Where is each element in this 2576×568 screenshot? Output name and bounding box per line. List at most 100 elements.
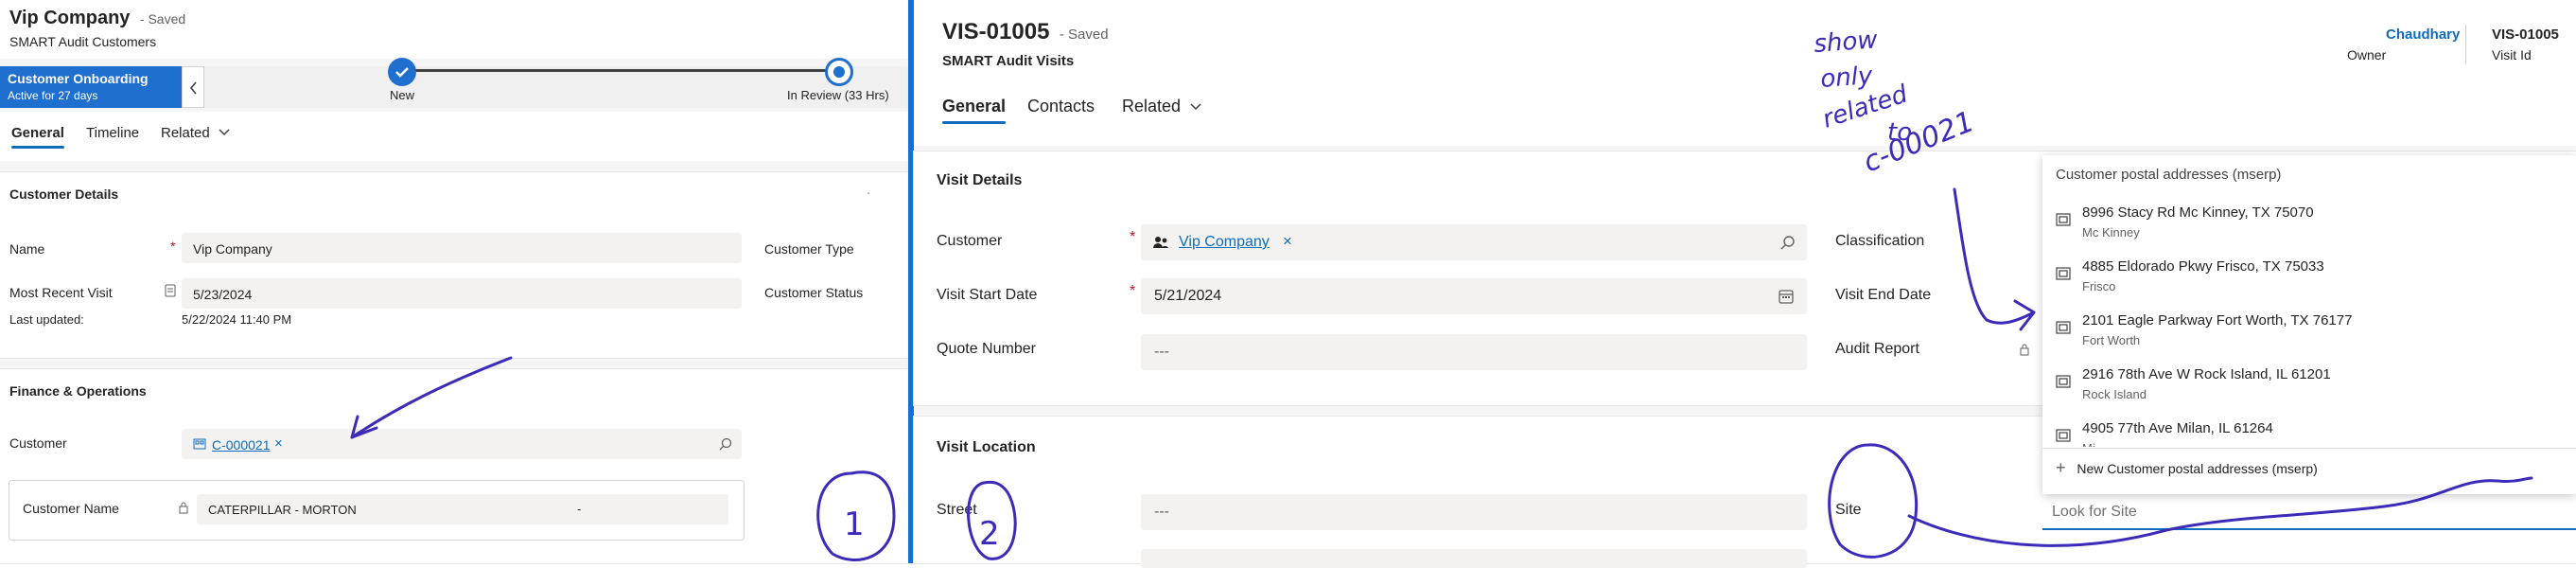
right-tab-bar: General Contacts Related [914,91,2576,146]
dropdown-item[interactable]: 8996 Stacy Rd Mc Kinney, TX 75070 Mc Kin… [2042,199,2576,253]
chevron-left-icon [189,81,197,95]
customer-type-label: Customer Type [764,241,854,257]
visit-details-header: Visit Details [937,172,1023,188]
account-icon [1153,237,1168,248]
checkmark-icon [395,67,409,78]
visit-start-input[interactable]: 5/21/2024 [1141,278,1807,314]
visit-end-label: Visit End Date [1835,287,1932,303]
visit-customer-link[interactable]: Vip Company [1179,234,1270,251]
visit-start-value: 5/21/2024 [1154,288,1222,304]
left-tab-timeline[interactable]: Timeline [86,125,139,141]
customer-name-label: Customer Name [23,501,119,516]
bpf-active-stage[interactable]: Customer Onboarding Active for 27 days [0,66,182,108]
street-input[interactable]: --- [1141,494,1807,530]
right-pane: VIS-01005 - Saved SMART Audit Visits Cha… [914,0,2576,568]
fo-customer-lookup[interactable]: C-000021 × [182,429,742,459]
last-updated-label: Last updated: [9,312,84,327]
left-tab-bar: General Timeline Related [0,112,908,161]
most-recent-visit-label: Most Recent Visit [9,285,113,300]
clear-icon[interactable]: × [274,435,283,452]
classification-label: Classification [1835,233,1925,249]
section-dot: . [867,182,870,197]
bpf-step-inreview-label: In Review [787,88,842,102]
dropdown-item-address: 8996 Stacy Rd Mc Kinney, TX 75070 [2082,204,2314,221]
required-asterisk: * [170,239,176,254]
last-updated-value: 5/22/2024 11:40 PM [182,312,292,327]
dropdown-item-address: 4885 Eldorado Pkwy Frisco, TX 75033 [2082,258,2324,275]
quote-number-input[interactable]: --- [1141,334,1807,370]
site-label: Site [1835,502,1862,518]
address-record-icon [2056,213,2071,226]
name-label: Name [9,241,45,257]
plus-icon: + [2056,458,2066,477]
bpf-step-inreview[interactable] [825,58,853,86]
address-record-icon [2056,429,2071,442]
dropdown-item[interactable]: 4885 Eldorado Pkwy Frisco, TX 75033 Fris… [2042,253,2576,307]
address-record-icon [2056,321,2071,334]
new-record-label: New Customer postal addresses (mserp) [2077,461,2318,476]
visit-id-value: VIS-01005 [2492,27,2559,43]
name-input[interactable]: Vip Company [182,233,742,263]
required-asterisk: * [1130,283,1136,299]
right-tab-related[interactable]: Related [1122,97,1202,116]
customer-name-input: CATERPILLAR - MORTON - [197,494,728,524]
right-record-title: VIS-01005 [942,19,1050,44]
bpf-step-new-label: New [390,88,415,102]
right-header: VIS-01005 - Saved SMART Audit Visits Cha… [914,0,2576,91]
finance-operations-header: Finance & Operations [9,383,147,399]
search-icon[interactable] [719,437,732,451]
most-recent-visit-input[interactable]: 5/23/2024 [182,278,742,309]
visit-customer-label: Customer [937,233,1003,249]
dropdown-list: 8996 Stacy Rd Mc Kinney, TX 75070 Mc Kin… [2042,199,2576,447]
customer-name-suffix: - [577,502,582,516]
dropdown-item-city: Rock Island [2082,387,2147,401]
calculated-field-icon [165,284,176,297]
entity-record-icon [193,438,206,450]
owner-label: Owner [2347,47,2387,62]
clear-icon[interactable]: × [1283,232,1292,251]
address-record-icon [2056,375,2071,388]
site-placeholder: Look for Site [2052,504,2137,520]
visit-start-label: Visit Start Date [937,287,1038,303]
dropdown-item-address: 2916 78th Ave W Rock Island, IL 61201 [2082,366,2331,382]
audit-report-label: Audit Report [1835,341,1919,357]
left-entity-name: SMART Audit Customers [9,34,157,49]
left-pane: Vip Company - Saved SMART Audit Customer… [0,0,908,563]
chevron-down-icon [1190,103,1201,111]
owner-name[interactable]: Chaudhary [2386,27,2460,43]
site-lookup-dropdown: Customer postal addresses (mserp) 8996 S… [2042,155,2576,494]
dropdown-footer-divider [2042,448,2576,449]
quote-number-label: Quote Number [937,341,1036,357]
right-tab-contacts[interactable]: Contacts [1027,97,1095,116]
bpf-step-new[interactable] [388,58,416,86]
street-value: --- [1154,504,1169,520]
customer-details-section: Customer Details . Name * Vip Company Cu… [0,172,908,358]
right-tab-general[interactable]: General [942,97,1007,124]
left-tab-general[interactable]: General [11,125,64,149]
chevron-down-icon [219,129,230,136]
visit-customer-lookup[interactable]: Vip Company × [1141,224,1807,260]
left-tab-related[interactable]: Related [161,125,231,141]
visit-id-label: Visit Id [2492,47,2532,62]
fo-customer-label: Customer [9,435,67,451]
dropdown-item[interactable]: 2916 78th Ave W Rock Island, IL 61201 Ro… [2042,361,2576,415]
next-field-input[interactable] [1141,549,1807,568]
dropdown-item-city: Mi [2082,441,2095,447]
dropdown-item[interactable]: 2101 Eagle Parkway Fort Worth, TX 76177 … [2042,307,2576,361]
right-tab-related-label: Related [1122,97,1182,115]
calendar-icon[interactable] [1779,289,1794,304]
bpf-collapse-button[interactable] [182,66,204,108]
fo-customer-link[interactable]: C-000021 [212,437,271,453]
dropdown-item[interactable]: 4905 77th Ave Milan, IL 61264 Mi [2042,415,2576,447]
finance-operations-section: Finance & Operations Customer C-000021 ×… [0,369,908,563]
left-record-title: Vip Company [9,8,131,28]
new-record-button[interactable]: + New Customer postal addresses (mserp) [2056,458,2318,478]
dropdown-item-city: Fort Worth [2082,333,2141,347]
dropdown-item-city: Frisco [2082,279,2116,293]
search-icon[interactable] [1780,235,1796,250]
dropdown-item-address: 4905 77th Ave Milan, IL 61264 [2082,420,2273,436]
lock-icon [179,502,188,514]
site-lookup-input[interactable]: Look for Site [2042,494,2576,530]
left-tab-related-label: Related [161,125,210,141]
dropdown-item-address: 2101 Eagle Parkway Fort Worth, TX 76177 [2082,312,2353,328]
